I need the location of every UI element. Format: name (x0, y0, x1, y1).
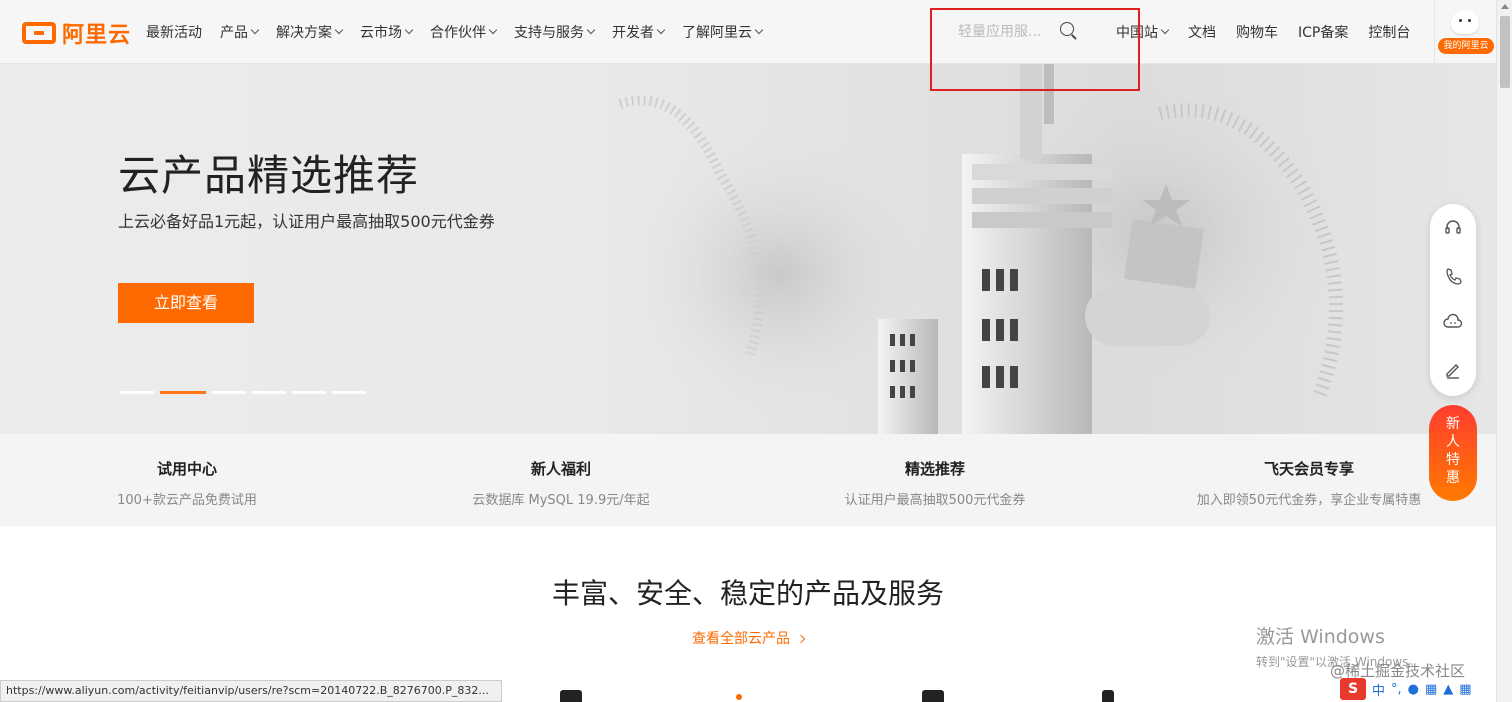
chevron-down-icon (334, 25, 344, 35)
promo-char: 特 (1446, 452, 1460, 468)
carousel-indicators (120, 391, 366, 394)
strip-title: 精选推荐 (904, 460, 965, 478)
keyboard-icon[interactable]: ▦ (1425, 682, 1437, 697)
promo-char: 新 (1446, 416, 1460, 432)
nav-label: 合作伙伴 (430, 25, 486, 41)
strip-title: 试用中心 (156, 460, 217, 478)
nav-item-developers[interactable]: 开发者 (612, 22, 666, 42)
edit-icon[interactable] (1443, 360, 1463, 380)
chevron-right-icon (796, 634, 806, 644)
nav-item-about[interactable]: 了解阿里云 (682, 22, 764, 42)
main-nav: 最新活动 产品 解决方案 云市场 合作伙伴 支持与服务 开发者 了解阿里云 (146, 22, 780, 42)
carousel-dot[interactable] (332, 391, 366, 394)
phone-icon[interactable] (1443, 266, 1463, 286)
top-nav-bar: 阿里云 最新活动 产品 解决方案 云市场 合作伙伴 支持与服务 开发者 了解阿里… (0, 0, 1496, 64)
product-icon[interactable] (560, 690, 582, 702)
strip-item-newcomer[interactable]: 新人福利 云数据库 MySQL 19.9元/年起 (374, 434, 748, 526)
aliyun-logo-icon (22, 22, 56, 44)
ime-lang[interactable]: 中 (1372, 680, 1385, 699)
carousel-dot[interactable] (120, 391, 154, 394)
nav-item-solutions[interactable]: 解决方案 (276, 22, 344, 42)
punctuation-icon[interactable]: °, (1391, 682, 1402, 697)
chevron-down-icon (586, 25, 596, 35)
avatar (1451, 10, 1479, 34)
scroll-thumb[interactable] (1500, 16, 1510, 88)
nav-item-partners[interactable]: 合作伙伴 (430, 22, 498, 42)
strip-title: 新人福利 (530, 460, 591, 478)
nav-item-support[interactable]: 支持与服务 (514, 22, 596, 42)
promo-char: 惠 (1446, 470, 1460, 486)
scroll-up-icon[interactable] (1501, 4, 1509, 9)
strip-desc: 100+款云产品免费试用 (117, 493, 257, 508)
cart-link[interactable]: 购物车 (1236, 22, 1278, 42)
nav-item-marketplace[interactable]: 云市场 (360, 22, 414, 42)
chevron-down-icon (754, 25, 764, 35)
nav-label: 支持与服务 (514, 25, 584, 41)
nav-label: 云市场 (360, 25, 402, 41)
link-status-bar: https://www.aliyun.com/activity/feitianv… (0, 680, 502, 702)
right-nav: 中国站 文档 购物车 ICP备案 控制台 (1116, 22, 1430, 42)
nav-item-products[interactable]: 产品 (220, 22, 260, 42)
link-label: 查看全部云产品 (692, 631, 790, 647)
hero-title: 云产品精选推荐 (118, 151, 420, 200)
product-icon[interactable] (736, 694, 742, 700)
strip-desc: 认证用户最高抽取500元代金券 (844, 493, 1026, 508)
carousel-dot-active[interactable] (160, 391, 206, 394)
grid-icon[interactable]: ▦ (1459, 682, 1471, 697)
view-now-button[interactable]: 立即查看 (118, 283, 254, 323)
icp-link[interactable]: ICP备案 (1298, 22, 1348, 42)
promo-char: 人 (1446, 434, 1460, 450)
user-menu[interactable]: 我的阿里云 (1434, 0, 1496, 64)
page-scrollbar[interactable] (1496, 0, 1512, 702)
strip-item-featured[interactable]: 精选推荐 认证用户最高抽取500元代金券 (748, 434, 1122, 526)
nav-label: 开发者 (612, 25, 654, 41)
nav-label: 了解阿里云 (682, 25, 752, 41)
feature-strip: 试用中心 100+款云产品免费试用 新人福利 云数据库 MySQL 19.9元/… (0, 434, 1496, 526)
nav-item-latest[interactable]: 最新活动 (146, 22, 202, 42)
nav-label: 最新活动 (146, 25, 202, 41)
sogou-ime-icon[interactable]: S (1340, 678, 1366, 700)
aliyun-logo[interactable]: 阿里云 (22, 17, 131, 49)
hero-illustration (618, 64, 1350, 434)
strip-desc: 云数据库 MySQL 19.9元/年起 (472, 493, 650, 508)
side-toolbar (1430, 204, 1476, 396)
headset-icon[interactable] (1443, 218, 1463, 238)
logo-text: 阿里云 (62, 23, 132, 48)
product-icon[interactable] (1102, 690, 1114, 702)
my-aliyun-badge: 我的阿里云 (1438, 38, 1494, 54)
watermark-line1: 激活 Windows (1256, 626, 1385, 648)
carousel-dot[interactable] (252, 391, 286, 394)
chevron-down-icon (250, 25, 260, 35)
hero-banner: 云产品精选推荐 上云必备好品1元起，认证用户最高抽取500元代金券 立即查看 (0, 64, 1496, 434)
chevron-down-icon (488, 25, 498, 35)
mic-icon[interactable]: ● (1408, 682, 1419, 697)
shirt-icon[interactable]: ▲ (1443, 682, 1453, 697)
ime-toolbar[interactable]: S 中 °, ● ▦ ▲ ▦ (1340, 676, 1496, 702)
chevron-down-icon (404, 25, 414, 35)
annotation-highlight-box (930, 8, 1140, 91)
chevron-down-icon (656, 25, 666, 35)
docs-link[interactable]: 文档 (1188, 22, 1216, 42)
nav-label: 产品 (220, 25, 248, 41)
strip-item-trial[interactable]: 试用中心 100+款云产品免费试用 (0, 434, 374, 526)
newcomer-promo-button[interactable]: 新 人 特 惠 (1429, 405, 1477, 501)
nav-label: 解决方案 (276, 25, 332, 41)
carousel-dot[interactable] (212, 391, 246, 394)
carousel-dot[interactable] (292, 391, 326, 394)
cloud-icon[interactable] (1443, 312, 1463, 332)
section-title: 丰富、安全、稳定的产品及服务 (551, 577, 944, 610)
chevron-down-icon (1160, 25, 1170, 35)
product-icon[interactable] (922, 690, 944, 702)
hero-subtitle: 上云必备好品1元起，认证用户最高抽取500元代金券 (118, 212, 495, 231)
console-link[interactable]: 控制台 (1368, 22, 1410, 42)
